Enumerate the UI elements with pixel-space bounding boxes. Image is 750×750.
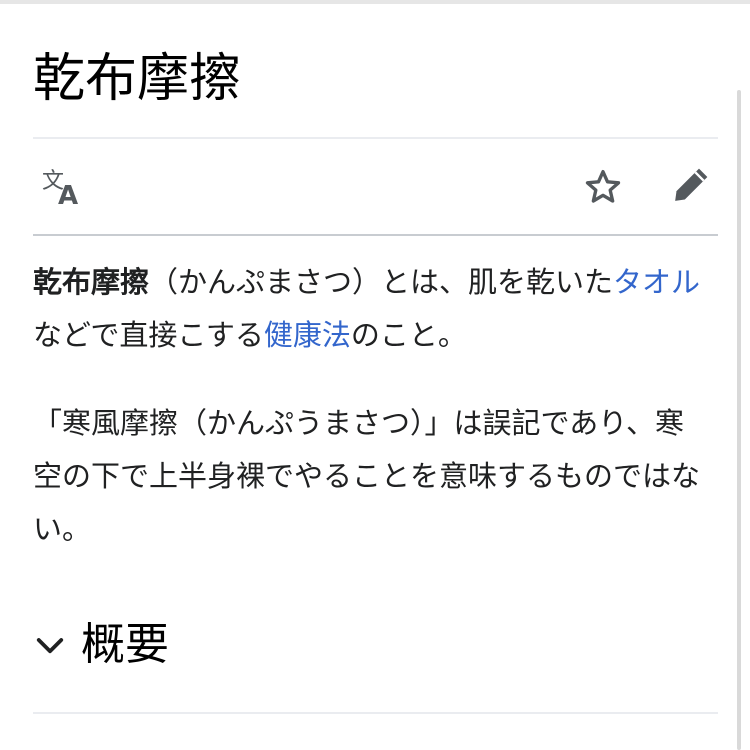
page-title: 乾布摩擦 (33, 49, 242, 109)
language-button[interactable]: 文 A (33, 162, 89, 216)
intro-text-3: のこと。 (350, 318, 467, 352)
link-health-method[interactable]: 健康法 (264, 318, 351, 352)
section-overview-toggle[interactable]: 概要 (33, 612, 169, 678)
svg-text:A: A (58, 181, 78, 210)
scrollbar[interactable] (737, 90, 741, 750)
intro-paragraph: 乾布摩擦（かんぷまさつ）とは、肌を乾いたタオルなどで直接こする健康法のこと。 (33, 256, 705, 362)
bold-term: 乾布摩擦 (33, 265, 150, 299)
pencil-icon (671, 165, 711, 209)
section-title: 概要 (81, 619, 169, 670)
chevron-down-icon (33, 628, 67, 662)
translate-icon: 文 A (38, 164, 84, 214)
star-icon (583, 167, 623, 211)
note-paragraph: 「寒風摩擦（かんぷうまさつ）」は誤記であり、寒空の下で上半身裸でやることを意味す… (33, 406, 701, 546)
edit-button[interactable] (664, 160, 718, 214)
link-towel[interactable]: タオル (613, 265, 700, 299)
toolbar-divider (33, 234, 718, 236)
title-divider (33, 137, 718, 139)
section-divider (33, 712, 718, 714)
intro-text-2: などで直接こする (33, 318, 264, 352)
watch-button[interactable] (576, 162, 630, 216)
article-content: 乾布摩擦（かんぷまさつ）とは、肌を乾いたタオルなどで直接こする健康法のこと。 「… (33, 256, 705, 556)
intro-text-1: （かんぷまさつ）とは、肌を乾いた (149, 265, 614, 299)
top-border (0, 0, 750, 4)
